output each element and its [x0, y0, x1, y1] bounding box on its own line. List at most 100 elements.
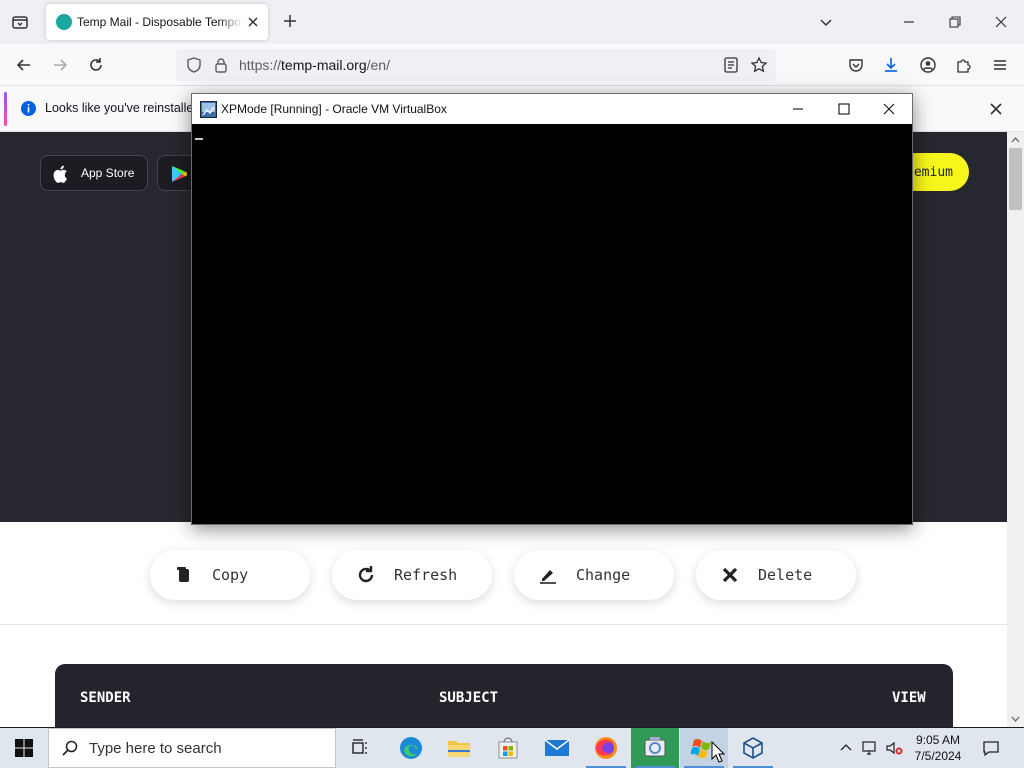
arrow-left-icon	[16, 59, 30, 71]
refresh-label: Refresh	[394, 566, 458, 584]
notification-text: Looks like you've reinstalled	[45, 101, 201, 115]
search-icon	[62, 740, 78, 756]
change-label: Change	[576, 566, 631, 584]
hamburger-icon	[994, 60, 1006, 70]
refresh-button[interactable]: Refresh	[332, 550, 492, 600]
google-play-icon	[172, 166, 187, 182]
delete-button[interactable]: Delete	[696, 550, 856, 600]
minimize-button[interactable]	[889, 6, 929, 38]
close-window-button[interactable]	[981, 6, 1021, 38]
restore-icon	[949, 16, 961, 28]
inbox-table-header: SENDER SUBJECT VIEW	[55, 664, 953, 727]
restore-button[interactable]	[935, 6, 975, 38]
forward-button[interactable]	[47, 52, 73, 78]
virtualbox-title: XPMode [Running] - Oracle VM VirtualBox	[221, 102, 447, 116]
close-icon	[248, 17, 258, 27]
page-scrollbar[interactable]	[1007, 132, 1024, 727]
scroll-down-icon[interactable]	[1011, 715, 1020, 723]
new-tab-button[interactable]	[279, 10, 301, 32]
copy-button[interactable]: Copy	[150, 550, 310, 600]
taskbar-search-box[interactable]: Type here to search	[48, 728, 336, 768]
copy-label: Copy	[212, 566, 249, 584]
folder-icon	[448, 741, 470, 757]
minimize-icon	[793, 108, 803, 110]
downloads-button[interactable]	[878, 52, 904, 78]
virtualbox-manager-taskbar-button[interactable]	[631, 728, 679, 768]
list-all-tabs-button[interactable]	[8, 10, 32, 34]
start-button[interactable]	[0, 728, 48, 768]
vm-minimize-button[interactable]	[775, 94, 821, 124]
arrow-right-icon	[54, 59, 68, 71]
edge-icon	[400, 737, 422, 759]
virtualbox-taskbar-button[interactable]	[729, 728, 777, 768]
firefox-icon	[595, 737, 617, 759]
network-icon	[862, 741, 876, 755]
close-tab-button[interactable]	[244, 13, 262, 31]
plus-icon	[284, 15, 296, 27]
view-column-header: VIEW	[892, 690, 926, 706]
microsoft-store-taskbar-button[interactable]	[484, 728, 532, 768]
tab-title: Temp Mail - Disposable Temporary Email	[77, 15, 243, 29]
sender-column-header: SENDER	[80, 690, 131, 706]
clock-time: 9:05 AM	[915, 733, 961, 747]
task-view-button[interactable]	[336, 728, 384, 768]
refresh-icon	[358, 566, 374, 583]
notification-icon	[983, 741, 999, 757]
browser-tab-active[interactable]: Temp Mail - Disposable Temporary Email	[46, 4, 268, 40]
notifications-button[interactable]	[981, 738, 1001, 758]
mail-taskbar-button[interactable]	[533, 728, 581, 768]
virtualbox-titlebar[interactable]: XPMode [Running] - Oracle VM VirtualBox	[192, 94, 912, 124]
show-hidden-icons-button[interactable]	[836, 738, 856, 758]
account-button[interactable]	[915, 52, 941, 78]
taskbar-clock[interactable]: 9:05 AM 7/5/2024	[906, 732, 970, 764]
account-icon	[920, 57, 936, 73]
url-bar[interactable]: https://temp-mail.org/en/	[176, 49, 776, 81]
tab-strip: Temp Mail - Disposable Temporary Email	[0, 0, 1024, 44]
vm-display[interactable]	[192, 124, 912, 524]
app-store-button[interactable]: App Store	[40, 155, 148, 191]
virtualbox-vm-icon	[200, 101, 217, 118]
file-explorer-taskbar-button[interactable]	[435, 728, 483, 768]
edge-taskbar-button[interactable]	[387, 728, 435, 768]
url-text[interactable]: https://temp-mail.org/en/	[239, 57, 390, 73]
tab-list-icon	[12, 16, 28, 29]
section-divider	[0, 624, 1007, 625]
url-host: temp-mail.org	[281, 57, 367, 73]
dismiss-notification-button[interactable]	[985, 98, 1007, 120]
lock-icon[interactable]	[212, 56, 230, 74]
reader-view-icon[interactable]	[722, 56, 740, 74]
download-icon	[885, 58, 897, 72]
minimize-icon	[904, 21, 914, 23]
firefox-taskbar-button[interactable]	[582, 728, 630, 768]
volume-tray-button[interactable]	[884, 738, 904, 758]
url-path: /en/	[366, 57, 390, 73]
tab-overflow-button[interactable]	[806, 6, 846, 38]
maximize-icon	[838, 103, 850, 115]
copy-icon	[177, 567, 189, 582]
pocket-icon	[849, 59, 863, 72]
scrollbar-thumb[interactable]	[1009, 148, 1022, 210]
favicon-icon	[56, 14, 72, 30]
navigation-toolbar: https://temp-mail.org/en/	[0, 44, 1024, 86]
vm-close-button[interactable]	[866, 94, 912, 124]
task-view-icon	[352, 739, 367, 754]
shield-icon[interactable]	[185, 56, 203, 74]
reload-button[interactable]	[83, 52, 109, 78]
scroll-up-icon[interactable]	[1011, 136, 1020, 144]
notification-accent	[4, 92, 7, 126]
close-icon	[990, 103, 1002, 115]
menu-button[interactable]	[987, 52, 1013, 78]
virtualbox-manager-icon	[644, 737, 666, 757]
close-icon	[995, 16, 1007, 28]
change-button[interactable]: Change	[514, 550, 674, 600]
extensions-button[interactable]	[951, 52, 977, 78]
text-cursor	[195, 138, 203, 140]
pencil-icon	[540, 570, 556, 584]
store-bag-icon	[498, 737, 518, 759]
vm-maximize-button[interactable]	[821, 94, 867, 124]
back-button[interactable]	[11, 52, 37, 78]
url-prefix: https://	[239, 57, 282, 73]
network-tray-button[interactable]	[860, 738, 880, 758]
star-icon[interactable]	[750, 56, 768, 74]
pocket-button[interactable]	[843, 52, 869, 78]
